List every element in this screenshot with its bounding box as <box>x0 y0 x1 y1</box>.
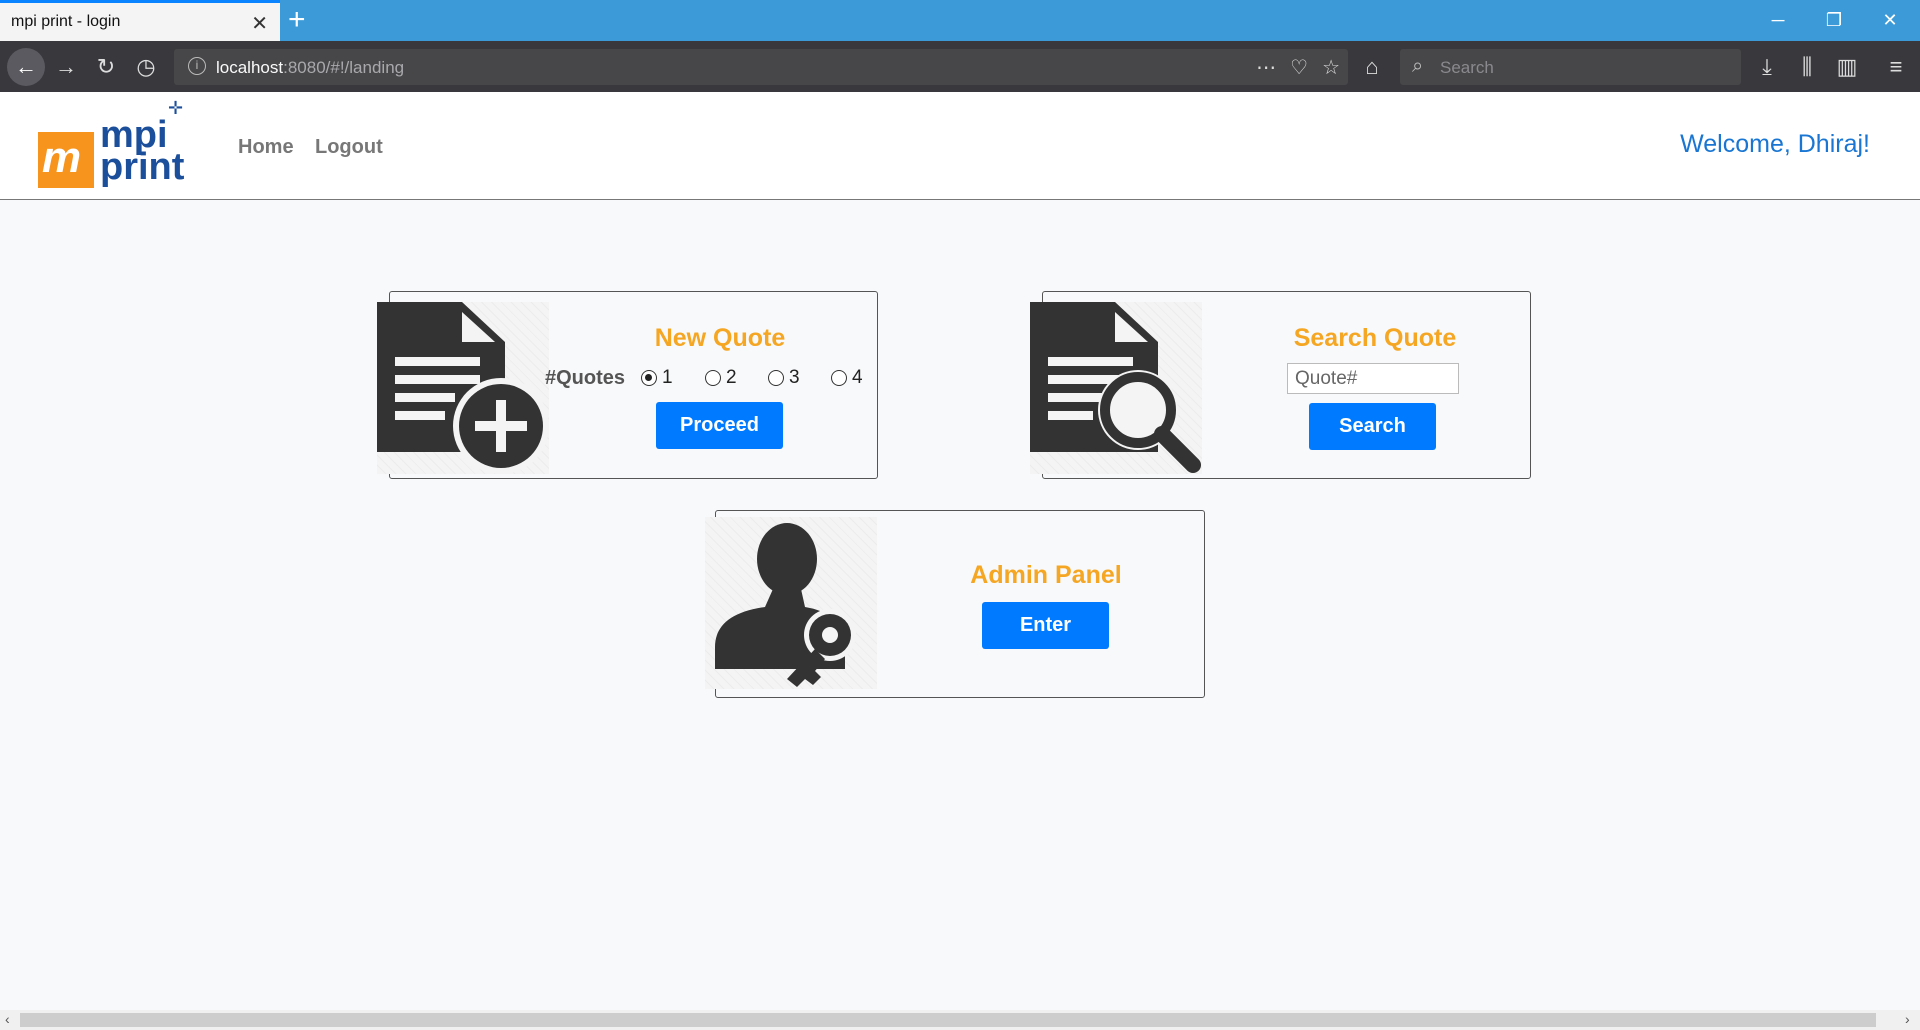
restore-icon[interactable]: ❐ <box>1806 0 1862 41</box>
search-quote-card: Search Quote Quote# Search <box>1030 291 1531 479</box>
minimize-icon[interactable]: ─ <box>1750 0 1806 41</box>
reload-icon[interactable]: ↻ <box>89 50 123 84</box>
admin-panel-card: Admin Panel Enter <box>705 510 1205 698</box>
address-bar[interactable]: i localhost:8080/#!/landing ⋯ ♡ ☆ <box>174 49 1348 85</box>
new-tab-icon[interactable]: + <box>288 4 306 36</box>
quote-number-input[interactable]: Quote# <box>1287 363 1459 394</box>
url-text: localhost:8080/#!/landing <box>216 58 405 77</box>
more-actions-icon[interactable]: ⋯ <box>1256 55 1276 80</box>
mpi-print-logo[interactable]: m mpi print ✛ <box>38 98 198 188</box>
scrollbar-thumb[interactable] <box>20 1013 1876 1027</box>
browser-tab-bar: mpi print - login ✕ + ─ ❐ ✕ <box>0 0 1920 41</box>
menu-icon[interactable]: ≡ <box>1879 50 1913 84</box>
enter-button[interactable]: Enter <box>982 602 1109 649</box>
back-icon[interactable]: ← <box>7 48 45 86</box>
scroll-right-icon[interactable]: › <box>1905 1011 1910 1027</box>
browser-search-bar[interactable]: ⌕ Search <box>1400 49 1741 85</box>
sidebar-icon[interactable]: ▥ <box>1830 50 1864 84</box>
horizontal-scrollbar[interactable]: ‹ › <box>0 1010 1920 1030</box>
quotes-radio-4[interactable]: 4 <box>831 367 863 389</box>
info-icon[interactable]: i <box>188 57 206 75</box>
pocket-icon[interactable]: ♡ <box>1290 55 1308 80</box>
quotes-count-label: #Quotes <box>545 367 626 389</box>
radio-button[interactable] <box>768 370 784 386</box>
new-quote-title: New Quote <box>654 324 786 352</box>
library-icon[interactable]: ⫼ <box>1790 50 1824 84</box>
proceed-button[interactable]: Proceed <box>656 402 783 449</box>
nav-home-link[interactable]: Home <box>238 136 294 159</box>
document-search-icon <box>1030 302 1202 474</box>
quotes-radio-3[interactable]: 3 <box>768 367 800 389</box>
radio-button[interactable] <box>705 370 721 386</box>
cursor-crosshair-icon: ✛ <box>168 98 184 118</box>
history-icon[interactable]: ◷ <box>129 50 163 84</box>
page-header: m mpi print ✛ Home Logout Welcome, Dhira… <box>0 92 1920 200</box>
close-window-icon[interactable]: ✕ <box>1862 0 1918 41</box>
welcome-message: Welcome, Dhiraj! <box>1680 130 1870 158</box>
new-quote-card: New Quote #Quotes 1 2 3 4 Proceed <box>377 291 878 479</box>
home-icon[interactable]: ⌂ <box>1355 50 1389 84</box>
nav-logout-link[interactable]: Logout <box>315 136 383 159</box>
admin-key-icon <box>705 517 877 689</box>
scroll-left-icon[interactable]: ‹ <box>5 1011 10 1027</box>
tab-title: mpi print - login <box>11 13 121 30</box>
logo-mark: m <box>38 132 94 188</box>
radio-button[interactable] <box>641 370 657 386</box>
browser-tab[interactable]: mpi print - login ✕ <box>0 0 280 41</box>
close-tab-icon[interactable]: ✕ <box>251 11 268 36</box>
admin-panel-title: Admin Panel <box>970 561 1122 589</box>
quotes-radio-1[interactable]: 1 <box>641 367 673 389</box>
search-quote-title: Search Quote <box>1293 324 1457 352</box>
logo-text-print: print <box>100 146 185 188</box>
radio-button[interactable] <box>831 370 847 386</box>
forward-icon[interactable]: → <box>49 50 83 84</box>
search-button[interactable]: Search <box>1309 403 1436 450</box>
quotes-radio-2[interactable]: 2 <box>705 367 737 389</box>
bookmark-star-icon[interactable]: ☆ <box>1322 55 1340 80</box>
new-document-icon <box>377 302 549 474</box>
browser-nav-bar: ← → ↻ ◷ i localhost:8080/#!/landing ⋯ ♡ … <box>0 41 1920 92</box>
search-placeholder: Search <box>1440 58 1494 77</box>
search-icon: ⌕ <box>1412 55 1424 77</box>
downloads-icon[interactable]: ⤓ <box>1750 50 1784 84</box>
